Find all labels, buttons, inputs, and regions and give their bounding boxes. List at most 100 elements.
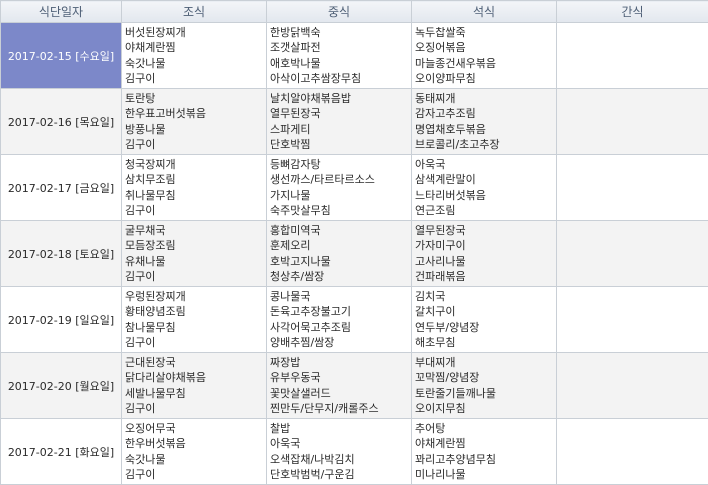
menu-item: 짜장밥 xyxy=(270,355,411,371)
menu-item: 방풍나물 xyxy=(125,122,266,138)
snack-cell[interactable] xyxy=(557,89,708,155)
table-row[interactable]: 2017-02-21 [화요일]오징어무국한우버섯볶음숙갓나물김구이찰밥아욱국오… xyxy=(1,419,708,485)
date-cell[interactable]: 2017-02-17 [금요일] xyxy=(1,155,122,221)
menu-item: 아삭이고추쌈장무침 xyxy=(270,71,411,87)
dinner-cell[interactable]: 동태찌개감자고추조림명엽채호두볶음브로콜리/초고추장 xyxy=(412,89,557,155)
dinner-cell[interactable]: 아욱국삼색계란말이느타리버섯볶음연근조림 xyxy=(412,155,557,221)
snack-cell[interactable] xyxy=(557,155,708,221)
menu-item: 연근조림 xyxy=(415,203,556,219)
menu-item: 삼색계란말이 xyxy=(415,172,556,188)
menu-item: 근대된장국 xyxy=(125,355,266,371)
snack-cell[interactable] xyxy=(557,23,708,89)
breakfast-cell[interactable]: 굴무채국모듬장조림유채나물김구이 xyxy=(122,221,267,287)
table-row[interactable]: 2017-02-19 [일요일]우렁된장찌개황태양념조림참나물무침김구이콩나물국… xyxy=(1,287,708,353)
snack-cell[interactable] xyxy=(557,221,708,287)
dinner-cell[interactable]: 녹두찹쌀죽오징어볶음마늘종건새우볶음오이양파무침 xyxy=(412,23,557,89)
lunch-cell[interactable]: 홍합미역국훈제오리호박고지나물청상추/쌈장 xyxy=(267,221,412,287)
menu-item: 김구이 xyxy=(125,335,266,351)
menu-item: 아욱국 xyxy=(270,436,411,452)
menu-item: 명엽채호두볶음 xyxy=(415,122,556,138)
dinner-cell[interactable]: 추어탕야채계란찜꽈리고추양념무침미나리나물 xyxy=(412,419,557,485)
menu-item: 오이지무침 xyxy=(415,401,556,417)
date-cell[interactable]: 2017-02-19 [일요일] xyxy=(1,287,122,353)
breakfast-cell[interactable]: 근대된장국닭다리살야채볶음세발나물무침김구이 xyxy=(122,353,267,419)
date-cell[interactable]: 2017-02-15 [수요일] xyxy=(1,23,122,89)
menu-item: 김구이 xyxy=(125,401,266,417)
lunch-cell[interactable]: 짜장밥유부우동국꽃맛살샐러드찐만두/단무지/캐롤주스 xyxy=(267,353,412,419)
menu-item: 꼬막찜/양념장 xyxy=(415,370,556,386)
menu-item: 황태양념조림 xyxy=(125,304,266,320)
menu-item: 숙갓나물 xyxy=(125,56,266,72)
col-header-date[interactable]: 식단일자 xyxy=(1,1,122,23)
menu-item: 오색잡채/나박김치 xyxy=(270,452,411,468)
menu-item: 김치국 xyxy=(415,289,556,305)
menu-item: 닭다리살야채볶음 xyxy=(125,370,266,386)
menu-item: 가자미구이 xyxy=(415,238,556,254)
menu-item: 한우버섯볶음 xyxy=(125,436,266,452)
menu-item: 숙갓나물 xyxy=(125,452,266,468)
table-row[interactable]: 2017-02-20 [월요일]근대된장국닭다리살야채볶음세발나물무침김구이짜장… xyxy=(1,353,708,419)
menu-item: 꽈리고추양념무침 xyxy=(415,452,556,468)
table-row[interactable]: 2017-02-16 [목요일]토란탕한우표고버섯볶음방풍나물김구이날치알야채볶… xyxy=(1,89,708,155)
menu-item: 연두부/양념장 xyxy=(415,320,556,336)
meal-schedule-grid: 식단일자 조식 중식 석식 간식 2017-02-15 [수요일]버섯된장찌개야… xyxy=(0,0,708,485)
dinner-cell[interactable]: 김치국갈치구이연두부/양념장해초무침 xyxy=(412,287,557,353)
menu-item: 등뼈감자탕 xyxy=(270,157,411,173)
date-cell[interactable]: 2017-02-16 [목요일] xyxy=(1,89,122,155)
col-header-breakfast[interactable]: 조식 xyxy=(122,1,267,23)
menu-item: 굴무채국 xyxy=(125,223,266,239)
menu-item: 모듬장조림 xyxy=(125,238,266,254)
menu-item: 청국장찌개 xyxy=(125,157,266,173)
dinner-cell[interactable]: 부대찌개꼬막찜/양념장토란줄기들깨나물오이지무침 xyxy=(412,353,557,419)
col-header-lunch[interactable]: 중식 xyxy=(267,1,412,23)
breakfast-cell[interactable]: 버섯된장찌개야채계란찜숙갓나물김구이 xyxy=(122,23,267,89)
menu-item: 호박고지나물 xyxy=(270,254,411,270)
table-row[interactable]: 2017-02-15 [수요일]버섯된장찌개야채계란찜숙갓나물김구이한방닭백숙조… xyxy=(1,23,708,89)
menu-item: 단호박찜 xyxy=(270,137,411,153)
menu-item: 토란줄기들깨나물 xyxy=(415,386,556,402)
date-cell[interactable]: 2017-02-20 [월요일] xyxy=(1,353,122,419)
menu-item: 훈제오리 xyxy=(270,238,411,254)
lunch-cell[interactable]: 콩나물국돈육고추장불고기사각어묵고추조림양배추찜/쌈장 xyxy=(267,287,412,353)
menu-item: 날치알야채볶음밥 xyxy=(270,91,411,107)
col-header-dinner[interactable]: 석식 xyxy=(412,1,557,23)
lunch-cell[interactable]: 찰밥아욱국오색잡채/나박김치단호박범벅/구운김 xyxy=(267,419,412,485)
breakfast-cell[interactable]: 우렁된장찌개황태양념조림참나물무침김구이 xyxy=(122,287,267,353)
menu-item: 한방닭백숙 xyxy=(270,25,411,41)
menu-item: 참나물무침 xyxy=(125,320,266,336)
menu-item: 세발나물무침 xyxy=(125,386,266,402)
dinner-cell[interactable]: 열무된장국가자미구이고사리나물건파래볶음 xyxy=(412,221,557,287)
breakfast-cell[interactable]: 청국장찌개삼치무조림취나물무침김구이 xyxy=(122,155,267,221)
breakfast-cell[interactable]: 오징어무국한우버섯볶음숙갓나물김구이 xyxy=(122,419,267,485)
menu-item: 감자고추조림 xyxy=(415,106,556,122)
menu-item: 녹두찹쌀죽 xyxy=(415,25,556,41)
menu-item: 버섯된장찌개 xyxy=(125,25,266,41)
menu-item: 스파게티 xyxy=(270,122,411,138)
menu-item: 단호박범벅/구운김 xyxy=(270,467,411,483)
date-cell[interactable]: 2017-02-18 [토요일] xyxy=(1,221,122,287)
snack-cell[interactable] xyxy=(557,287,708,353)
grid-body: 2017-02-15 [수요일]버섯된장찌개야채계란찜숙갓나물김구이한방닭백숙조… xyxy=(1,23,708,485)
menu-item: 유채나물 xyxy=(125,254,266,270)
menu-item: 홍합미역국 xyxy=(270,223,411,239)
table-row[interactable]: 2017-02-18 [토요일]굴무채국모듬장조림유채나물김구이홍합미역국훈제오… xyxy=(1,221,708,287)
lunch-cell[interactable]: 한방닭백숙조갯살파전애호박나물아삭이고추쌈장무침 xyxy=(267,23,412,89)
menu-item: 오이양파무침 xyxy=(415,71,556,87)
menu-item: 동태찌개 xyxy=(415,91,556,107)
lunch-cell[interactable]: 날치알야채볶음밥열무된장국스파게티단호박찜 xyxy=(267,89,412,155)
snack-cell[interactable] xyxy=(557,419,708,485)
menu-item: 콩나물국 xyxy=(270,289,411,305)
menu-item: 열무된장국 xyxy=(270,106,411,122)
menu-item: 부대찌개 xyxy=(415,355,556,371)
breakfast-cell[interactable]: 토란탕한우표고버섯볶음방풍나물김구이 xyxy=(122,89,267,155)
menu-item: 삼치무조림 xyxy=(125,172,266,188)
menu-item: 추어탕 xyxy=(415,421,556,437)
lunch-cell[interactable]: 등뼈감자탕생선까스/타르타르소스가지나물숙주맛살무침 xyxy=(267,155,412,221)
date-cell[interactable]: 2017-02-21 [화요일] xyxy=(1,419,122,485)
table-row[interactable]: 2017-02-17 [금요일]청국장찌개삼치무조림취나물무침김구이등뼈감자탕생… xyxy=(1,155,708,221)
menu-item: 김구이 xyxy=(125,203,266,219)
menu-item: 취나물무침 xyxy=(125,188,266,204)
snack-cell[interactable] xyxy=(557,353,708,419)
col-header-snack[interactable]: 간식 xyxy=(557,1,708,23)
menu-item: 브로콜리/초고추장 xyxy=(415,137,556,153)
